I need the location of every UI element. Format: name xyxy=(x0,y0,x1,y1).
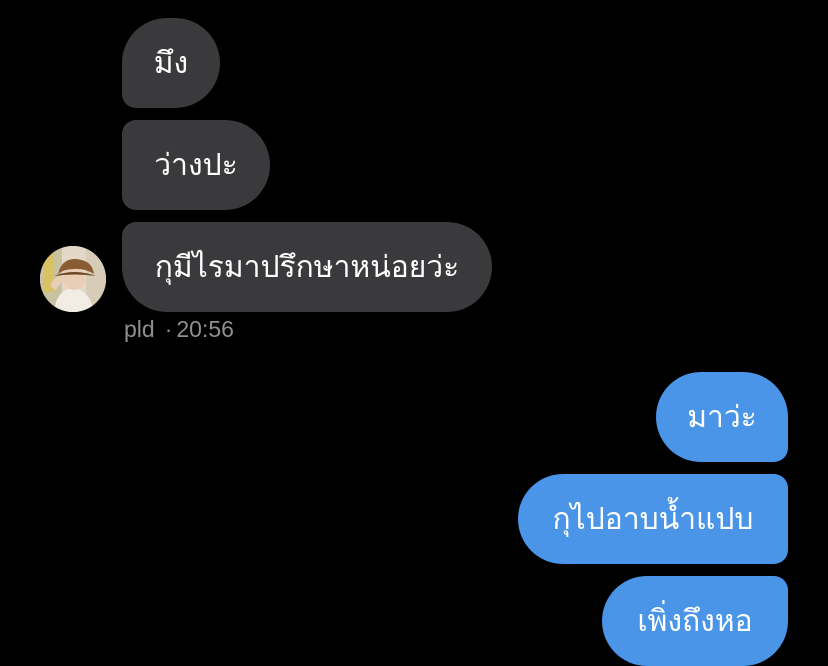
incoming-message-bubble[interactable]: ว่างปะ xyxy=(122,120,270,210)
message-text: ว่างปะ xyxy=(154,147,238,183)
timestamp: 20:56 xyxy=(176,316,234,342)
message-text: มึง xyxy=(153,45,189,81)
sender-avatar[interactable] xyxy=(40,246,106,312)
outgoing-message-bubble[interactable]: เพิ่งถึงหอ xyxy=(602,576,788,666)
message-text: กุมีไรมาปรึกษาหน่อยว่ะ xyxy=(154,249,460,285)
message-text: เพิ่งถึงหอ xyxy=(637,603,753,639)
outgoing-message-bubble[interactable]: มาว่ะ xyxy=(656,372,788,462)
outgoing-message-bubble[interactable]: กุไปอาบน้ำแปบ xyxy=(518,474,788,564)
avatar-photo-icon xyxy=(40,246,106,312)
message-text: มาว่ะ xyxy=(687,399,757,435)
incoming-message-bubble[interactable]: มึง xyxy=(122,18,220,108)
incoming-message-bubble[interactable]: กุมีไรมาปรึกษาหน่อยว่ะ xyxy=(122,222,492,312)
separator-dot: · xyxy=(164,316,173,342)
message-meta: pld · 20:56 xyxy=(124,316,234,343)
chat-thread: มึง ว่างปะ กุมีไรมาปรึกษาหน่อยว่ะ pld · 20… xyxy=(0,0,828,666)
message-text: กุไปอาบน้ำแปบ xyxy=(552,501,754,537)
sender-name: pld xyxy=(124,316,155,342)
